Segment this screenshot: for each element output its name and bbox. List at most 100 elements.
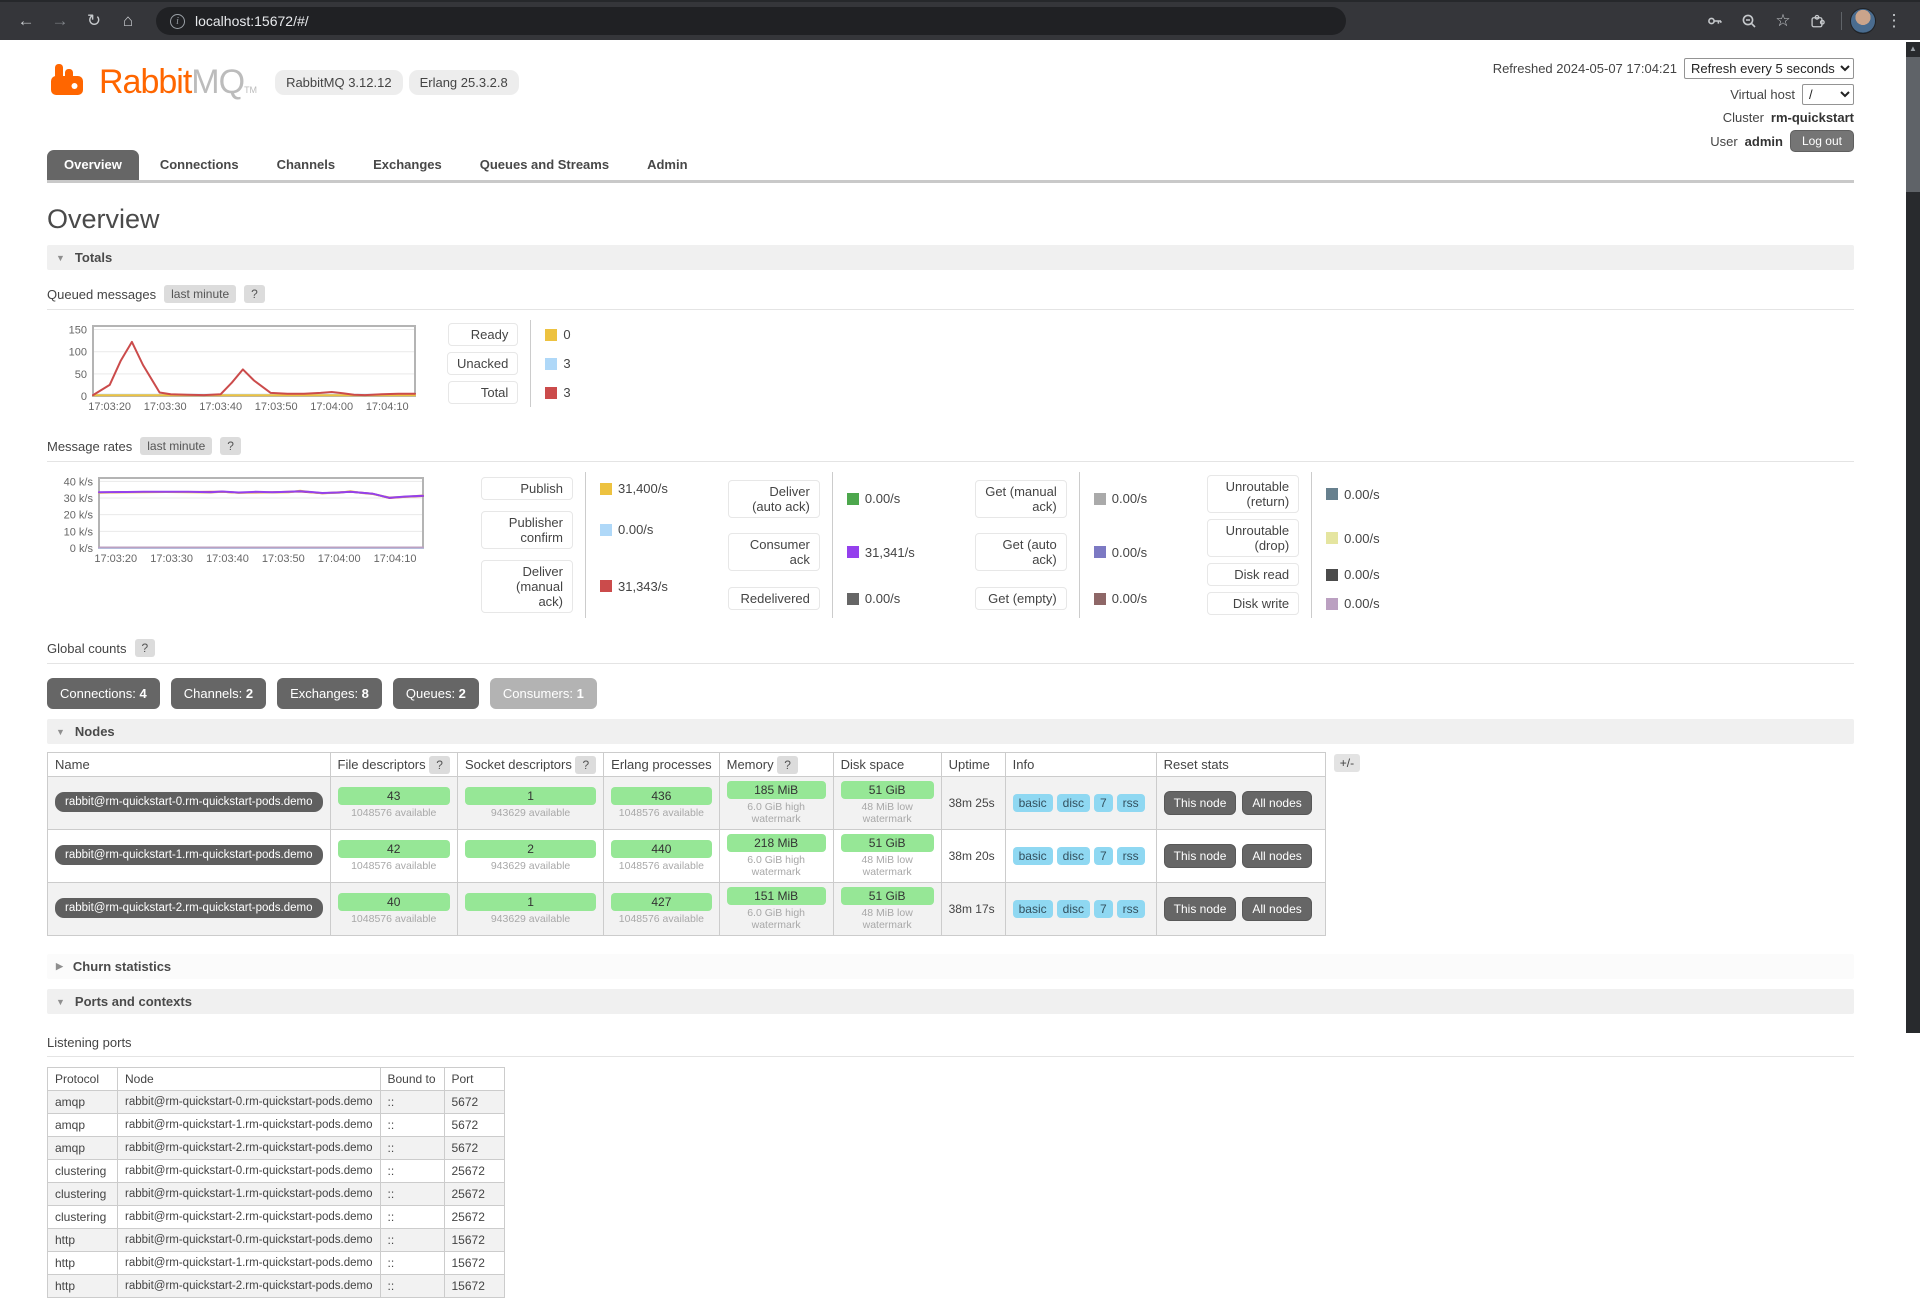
queued-help-icon[interactable]: ? xyxy=(244,285,265,303)
home-icon[interactable]: ⌂ xyxy=(112,5,144,37)
port-cell: rabbit@rm-quickstart-2.rm-quickstart-pod… xyxy=(118,1275,381,1298)
reset-all-nodes-button[interactable]: All nodes xyxy=(1242,897,1311,921)
legend-label-unroutable-drop[interactable]: Unroutable (drop) xyxy=(1207,519,1299,557)
column-toggle-button[interactable]: +/- xyxy=(1334,754,1360,772)
url-text[interactable]: localhost:15672/#/ xyxy=(195,13,309,29)
legend-rate: 3 xyxy=(563,385,570,400)
legend-swatch xyxy=(545,358,557,370)
node-name-cell: rabbit@rm-quickstart-0.rm-quickstart-pod… xyxy=(48,777,331,830)
metric-value: 1 xyxy=(465,893,596,911)
legend-label-ready[interactable]: Ready xyxy=(448,323,518,346)
user-label: User xyxy=(1710,134,1737,149)
legend-label-get-manual-ack[interactable]: Get (manual ack) xyxy=(975,480,1067,518)
port-cell: 25672 xyxy=(444,1206,504,1229)
legend-label-total[interactable]: Total xyxy=(448,381,518,404)
section-nodes[interactable]: Nodes xyxy=(47,719,1854,744)
legend-label-unroutable-return[interactable]: Unroutable (return) xyxy=(1207,475,1299,513)
site-info-icon[interactable]: i xyxy=(170,14,185,29)
profile-avatar[interactable] xyxy=(1850,8,1876,34)
metric-note: 48 MiB low watermark xyxy=(841,801,934,825)
global-count-exchanges[interactable]: Exchanges: 8 xyxy=(277,678,382,709)
scroll-up-icon[interactable]: ▲ xyxy=(1906,42,1920,56)
bookmark-star-icon[interactable]: ☆ xyxy=(1767,5,1799,37)
info-cell: basicdisc7rss xyxy=(1005,830,1156,883)
metric-note: 943629 available xyxy=(465,807,596,819)
page-scrollbar[interactable]: ▲ xyxy=(1906,42,1920,1033)
help-icon[interactable]: ? xyxy=(777,756,798,774)
rates-range-pill[interactable]: last minute xyxy=(140,437,212,455)
legend-label-consumer-ack[interactable]: Consumer ack xyxy=(728,533,820,571)
refresh-interval-select[interactable]: Refresh every 5 seconds xyxy=(1684,58,1854,79)
reset-this-node-button[interactable]: This node xyxy=(1164,844,1237,868)
section-churn-statistics[interactable]: Churn statistics xyxy=(47,954,1854,979)
virtual-host-select[interactable]: / xyxy=(1802,84,1854,105)
legend-label-disk-read[interactable]: Disk read xyxy=(1207,563,1299,586)
legend-label-disk-write[interactable]: Disk write xyxy=(1207,592,1299,615)
legend-label-redelivered[interactable]: Redelivered xyxy=(728,587,820,610)
legend-value-ready: 0 xyxy=(530,320,570,349)
metric-cell: 151 MiB6.0 GiB high watermark xyxy=(719,883,833,936)
help-icon[interactable]: ? xyxy=(575,756,596,774)
section-ports-and-contexts[interactable]: Ports and contexts xyxy=(47,989,1854,1014)
reset-this-node-button[interactable]: This node xyxy=(1164,791,1237,815)
queued-range-pill[interactable]: last minute xyxy=(164,285,236,303)
info-badge-rss: rss xyxy=(1117,794,1145,812)
tab-connections[interactable]: Connections xyxy=(143,150,256,180)
legend-swatch xyxy=(847,493,859,505)
node-name[interactable]: rabbit@rm-quickstart-1.rm-quickstart-pod… xyxy=(55,845,323,865)
port-cell: clustering xyxy=(48,1183,118,1206)
message-rates-chart: 0 k/s10 k/s20 k/s30 k/s40 k/s17:03:2017:… xyxy=(47,472,429,568)
tab-exchanges[interactable]: Exchanges xyxy=(356,150,459,180)
tab-queues-and-streams[interactable]: Queues and Streams xyxy=(463,150,626,180)
reset-all-nodes-button[interactable]: All nodes xyxy=(1242,844,1311,868)
password-key-icon[interactable] xyxy=(1699,5,1731,37)
metric-value: 42 xyxy=(338,840,450,858)
zoom-indicator-icon[interactable] xyxy=(1733,5,1765,37)
tab-admin[interactable]: Admin xyxy=(630,150,704,180)
legend-label-deliver-manual-ack[interactable]: Deliver (manual ack) xyxy=(481,560,573,613)
back-icon[interactable]: ← xyxy=(10,5,42,37)
count-value: 8 xyxy=(362,686,369,701)
legend-label-unacked[interactable]: Unacked xyxy=(447,352,518,375)
queued-messages-chart: 05010015017:03:2017:03:3017:03:4017:03:5… xyxy=(47,320,421,416)
legend-label-get-empty[interactable]: Get (empty) xyxy=(975,587,1067,610)
global-counts-help-icon[interactable]: ? xyxy=(135,639,156,657)
legend-label-deliver-auto-ack[interactable]: Deliver (auto ack) xyxy=(728,480,820,518)
metric-value: 440 xyxy=(611,840,711,858)
global-count-channels[interactable]: Channels: 2 xyxy=(171,678,266,709)
rabbitmq-logo-icon[interactable] xyxy=(47,60,87,105)
reset-this-node-button[interactable]: This node xyxy=(1164,897,1237,921)
metric-value: 40 xyxy=(338,893,450,911)
tab-channels[interactable]: Channels xyxy=(260,150,353,180)
info-badge-7: 7 xyxy=(1094,794,1113,812)
metric-cell: 51 GiB48 MiB low watermark xyxy=(833,777,941,830)
legend-label-publish[interactable]: Publish xyxy=(481,477,573,500)
svg-text:17:03:50: 17:03:50 xyxy=(262,553,305,565)
help-icon[interactable]: ? xyxy=(429,756,450,774)
address-bar[interactable]: i localhost:15672/#/ xyxy=(156,7,1346,35)
global-count-connections[interactable]: Connections: 4 xyxy=(47,678,160,709)
rates-help-icon[interactable]: ? xyxy=(220,437,241,455)
scrollbar-thumb[interactable] xyxy=(1906,57,1920,192)
legend-label-publisher-confirm[interactable]: Publisher confirm xyxy=(481,511,573,549)
legend-rate: 0.00/s xyxy=(1344,567,1379,582)
reload-icon[interactable]: ↻ xyxy=(78,5,110,37)
tab-overview[interactable]: Overview xyxy=(47,150,139,180)
legend-swatch xyxy=(1094,493,1106,505)
rabbitmq-logo-text[interactable]: RabbitMQTM xyxy=(99,63,257,102)
global-count-consumers[interactable]: Consumers: 1 xyxy=(490,678,597,709)
extensions-icon[interactable] xyxy=(1801,5,1833,37)
port-cell: http xyxy=(48,1229,118,1252)
legend-value-unroutable-return: 0.00/s xyxy=(1311,472,1379,516)
legend-rate: 0.00/s xyxy=(1112,545,1147,560)
forward-icon[interactable]: → xyxy=(44,5,76,37)
browser-menu-icon[interactable]: ⋮ xyxy=(1878,5,1910,37)
reset-cell: This nodeAll nodes xyxy=(1156,830,1325,883)
global-count-queues[interactable]: Queues: 2 xyxy=(393,678,479,709)
legend-label-get-auto-ack[interactable]: Get (auto ack) xyxy=(975,533,1067,571)
node-name[interactable]: rabbit@rm-quickstart-0.rm-quickstart-pod… xyxy=(55,792,323,812)
node-name[interactable]: rabbit@rm-quickstart-2.rm-quickstart-pod… xyxy=(55,898,323,918)
reset-all-nodes-button[interactable]: All nodes xyxy=(1242,791,1311,815)
section-totals[interactable]: Totals xyxy=(47,245,1854,270)
logout-button[interactable]: Log out xyxy=(1790,130,1854,152)
